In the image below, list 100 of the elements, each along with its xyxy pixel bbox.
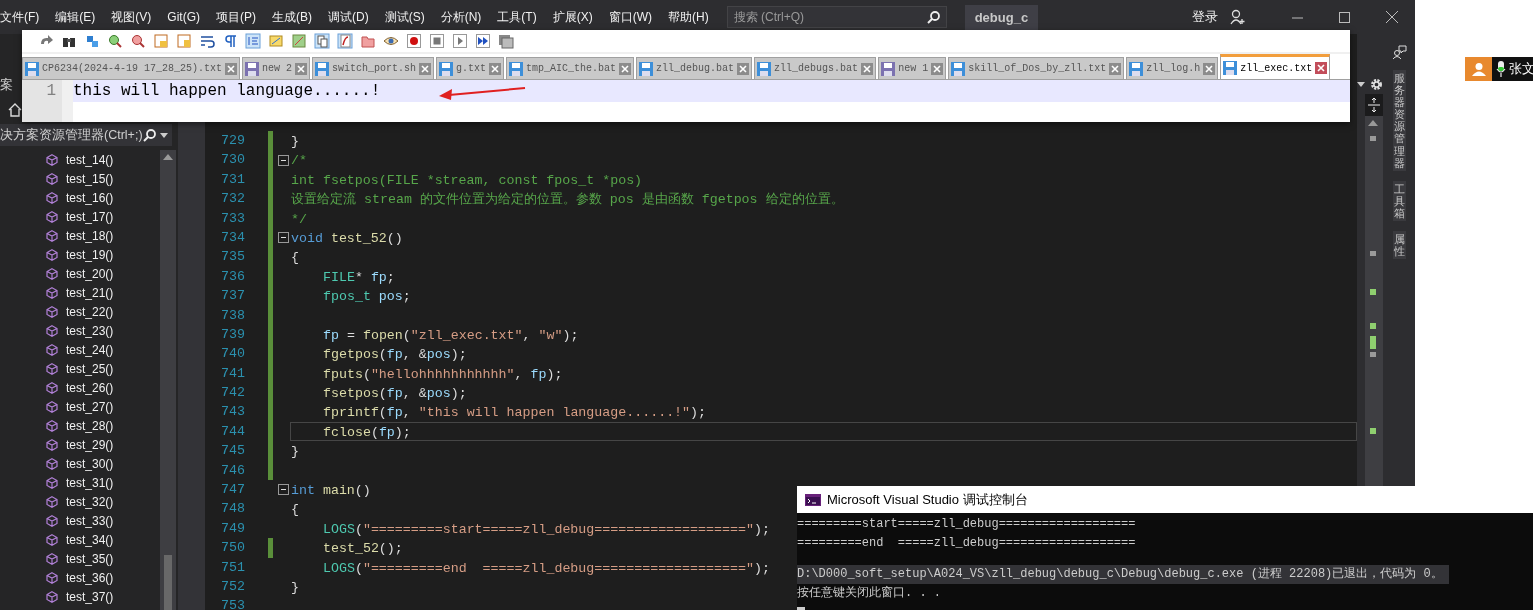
search-field[interactable]: 决方案资源管理器(Ctrl+;) [0, 124, 172, 146]
function-list-icon[interactable] [337, 33, 353, 49]
tree-item[interactable]: test_22() [66, 304, 114, 319]
tree-item[interactable]: test_27() [66, 399, 114, 414]
menu-item[interactable]: 编辑(E) [47, 8, 104, 26]
play-icon[interactable] [452, 33, 468, 49]
tree-item[interactable]: test_30() [66, 456, 114, 471]
zoom-in-icon[interactable] [107, 33, 123, 49]
close-icon[interactable] [1109, 62, 1122, 75]
tree-item[interactable]: test_16() [66, 190, 114, 205]
menu-item[interactable]: 分析(N) [432, 8, 490, 26]
close-icon[interactable] [419, 62, 432, 75]
menu-item[interactable]: 工具(T) [489, 8, 545, 26]
file-tab[interactable]: CP6234(2024-4-19 17_28_25).txt [22, 57, 241, 79]
menu-item[interactable]: 文件(F) [0, 8, 48, 26]
microphone-icon[interactable] [1496, 61, 1506, 77]
dropdown-caret-icon[interactable] [160, 132, 168, 138]
tree-item[interactable]: test_28() [66, 418, 114, 433]
close-icon[interactable] [295, 62, 308, 75]
tree-item[interactable]: test_23() [66, 323, 114, 338]
tree-item[interactable]: test_15() [66, 171, 114, 186]
documents-icon[interactable] [314, 33, 330, 49]
tree-item[interactable]: test_34() [66, 532, 114, 547]
sign-in-link[interactable]: 登录 [1192, 8, 1218, 26]
tree-item[interactable]: test_14() [66, 152, 114, 167]
stop-icon[interactable] [429, 33, 445, 49]
collapse-icon[interactable] [278, 232, 289, 244]
menu-item[interactable]: 测试(S) [376, 8, 433, 26]
collapse-icon[interactable] [278, 154, 289, 166]
tree-item[interactable]: test_36() [66, 570, 114, 585]
file-tab[interactable]: zll_debug.bat [636, 57, 753, 79]
tree-item[interactable]: test_25() [66, 361, 114, 376]
menu-item[interactable]: 窗口(W) [600, 8, 660, 26]
file-tab[interactable]: zll_debugs.bat [754, 57, 877, 79]
close-icon[interactable] [619, 62, 632, 75]
tree-item[interactable]: test_35() [66, 551, 114, 566]
file-tab[interactable]: new 2 [242, 57, 311, 79]
tree-item[interactable]: test_32() [66, 494, 114, 509]
close-icon[interactable] [1203, 62, 1216, 75]
menu-item[interactable]: 视图(V) [103, 8, 160, 26]
menu-item[interactable]: 调试(D) [320, 8, 377, 26]
close-icon[interactable] [737, 62, 750, 75]
file-tab[interactable]: zll_log.h [1126, 57, 1219, 79]
tree-item[interactable]: test_26() [66, 380, 114, 395]
scrollbar-thumb[interactable] [164, 555, 172, 610]
scrollbar[interactable] [160, 150, 176, 610]
tree-item[interactable]: test_17() [66, 209, 114, 224]
file-tab[interactable]: zll_exec.txt [1220, 54, 1331, 79]
replace-icon[interactable] [84, 33, 100, 49]
scroll-up-icon[interactable] [163, 154, 173, 160]
menu-item[interactable]: Git(G) [159, 10, 208, 24]
file-tab[interactable]: new 1 [878, 57, 947, 79]
record-icon[interactable] [406, 33, 422, 49]
close-icon[interactable] [489, 62, 502, 75]
file-tab[interactable]: skill_of_Dos_by_zll.txt [948, 57, 1125, 79]
close-icon[interactable] [1315, 62, 1328, 74]
tree-item[interactable]: test_37() [66, 589, 114, 604]
scroll-up-icon[interactable] [1368, 120, 1378, 126]
search-field[interactable]: 搜索 (Ctrl+Q) [726, 6, 947, 28]
tool-window-tab[interactable]: 服务器资源管理器 [1392, 70, 1406, 171]
word-wrap-icon[interactable] [199, 33, 215, 49]
home-icon[interactable] [8, 103, 22, 117]
tree-item[interactable]: test_18() [66, 228, 114, 243]
menu-item[interactable]: 扩展(X) [544, 8, 601, 26]
maximize-icon[interactable] [1339, 11, 1350, 23]
panel-tab[interactable]: 案 [0, 76, 13, 94]
file-tab[interactable]: switch_port.sh [312, 57, 435, 79]
tree-item[interactable]: test_24() [66, 342, 114, 357]
tree-item[interactable]: test_29() [66, 437, 114, 452]
tree-item[interactable]: test_33() [66, 513, 114, 528]
tool-window-tab[interactable]: 属性 [1392, 231, 1406, 260]
file-tab[interactable]: g.txt [436, 57, 505, 79]
tree-item[interactable]: test_19() [66, 247, 114, 262]
tree-item[interactable]: test_21() [66, 285, 114, 300]
folder-icon[interactable] [360, 33, 376, 49]
menu-item[interactable]: 项目(P) [208, 8, 264, 26]
caret-icon[interactable] [1357, 81, 1365, 87]
tree-item[interactable]: test_20() [66, 266, 114, 281]
menu-item[interactable]: 生成(B) [264, 8, 320, 26]
feedback-icon[interactable] [1391, 44, 1407, 60]
tool-window-tab[interactable]: 工具箱 [1392, 180, 1406, 222]
collapse-icon[interactable] [278, 484, 289, 496]
line-number: 749 [220, 519, 245, 538]
split-button[interactable] [1365, 94, 1383, 116]
menu-item[interactable]: 帮助(H) [660, 8, 717, 26]
zoom-out-icon[interactable] [130, 33, 146, 49]
close-icon[interactable] [1385, 11, 1398, 23]
line-number: 736 [220, 267, 245, 286]
close-icon[interactable] [225, 62, 238, 75]
save-macro-icon[interactable] [498, 33, 514, 49]
user-add-icon[interactable] [1230, 9, 1246, 25]
fast-forward-icon[interactable] [475, 33, 491, 49]
tree-item[interactable]: test_31() [66, 475, 114, 490]
cube-icon [46, 362, 58, 375]
pilcrow-icon[interactable] [222, 33, 238, 49]
settings-icon[interactable] [1370, 77, 1383, 91]
file-tab[interactable]: tmp_AIC_the.bat [506, 57, 635, 79]
close-icon[interactable] [861, 62, 874, 75]
close-icon[interactable] [931, 62, 944, 75]
note-icon[interactable] [268, 33, 284, 49]
